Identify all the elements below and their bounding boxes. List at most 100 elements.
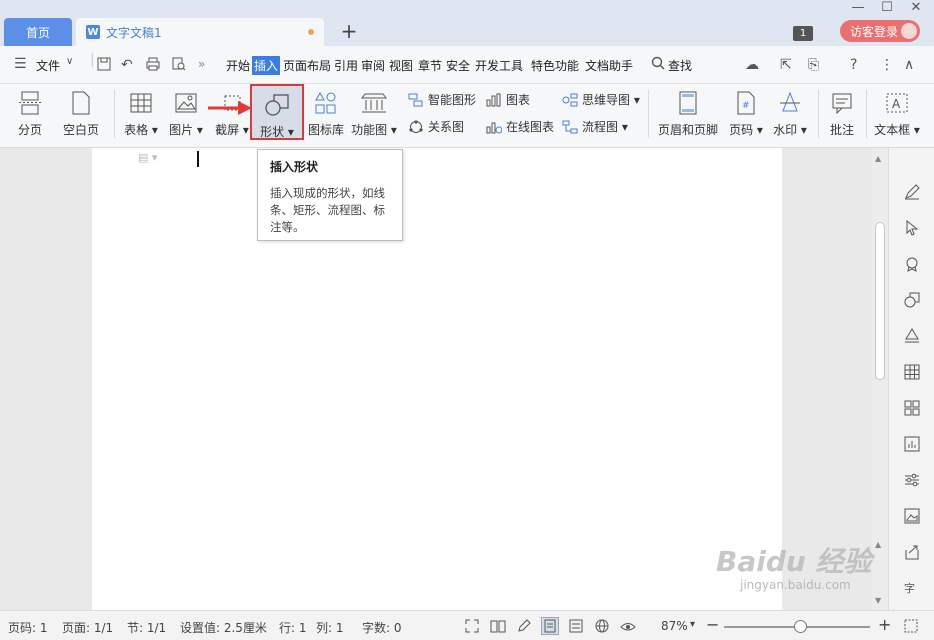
tab-references[interactable]: 引用: [334, 57, 358, 74]
maximize-button[interactable]: ☐: [877, 0, 897, 15]
comment-button[interactable]: 批注: [826, 88, 858, 138]
status-page[interactable]: 页码: 1: [8, 619, 48, 636]
tab-document[interactable]: W 文字文稿1: [76, 18, 324, 46]
tab-sections[interactable]: 章节: [418, 57, 442, 74]
zoom-out-button[interactable]: −: [706, 615, 719, 634]
tab-developer[interactable]: 开发工具: [475, 57, 523, 74]
minimize-button[interactable]: —: [848, 0, 868, 15]
online-chart-icon: [486, 120, 502, 134]
share-icon[interactable]: ⇱: [780, 57, 792, 73]
export-icon[interactable]: ⎘: [808, 57, 819, 73]
divider: [818, 90, 819, 138]
tab-security[interactable]: 安全: [446, 57, 470, 74]
status-row[interactable]: 行: 1: [279, 619, 307, 636]
tab-doc-assistant[interactable]: 文档助手: [585, 57, 633, 74]
paragraph-layout-icon[interactable]: ▤ ▾: [138, 151, 157, 164]
outline-view-icon[interactable]: [567, 617, 585, 635]
chevron-down-icon[interactable]: ∨: [66, 56, 73, 67]
format-icon[interactable]: [902, 326, 922, 346]
cloud-icon[interactable]: ☁: [745, 57, 759, 73]
blank-page-button[interactable]: 空白页: [56, 88, 106, 138]
header-footer-label: 页眉和页脚: [657, 123, 718, 137]
scrollbar-thumb[interactable]: [875, 222, 885, 380]
icon-library-button[interactable]: 图标库: [306, 88, 346, 138]
read-mode-icon[interactable]: [489, 617, 507, 635]
header-footer-button[interactable]: 页眉和页脚: [656, 88, 720, 138]
menu-file[interactable]: 文件: [36, 57, 60, 74]
select-cursor-icon[interactable]: [902, 218, 922, 238]
online-chart-button[interactable]: 在线图表: [486, 118, 554, 135]
tab-home-menu[interactable]: 开始: [226, 57, 250, 74]
scroll-up-icon[interactable]: ▲: [875, 154, 881, 163]
tab-view[interactable]: 视图: [389, 57, 413, 74]
picture-button[interactable]: 图片 ▾: [166, 88, 206, 138]
zoom-dropdown-icon[interactable]: ▾: [690, 619, 695, 630]
window-count-badge[interactable]: 1: [793, 26, 813, 41]
translate-icon[interactable]: 字: [902, 578, 922, 598]
zoom-in-button[interactable]: +: [878, 615, 891, 634]
page-break-button[interactable]: 分页: [10, 88, 50, 138]
page-number-button[interactable]: # 页码 ▾: [728, 88, 764, 138]
edit-pen-icon[interactable]: [515, 617, 533, 635]
tab-review[interactable]: 审阅: [361, 57, 385, 74]
scroll-down-icon[interactable]: ▼: [875, 596, 881, 605]
image-panel-icon[interactable]: [902, 506, 922, 526]
page-number-icon: #: [728, 88, 764, 118]
hamburger-icon[interactable]: ☰: [14, 56, 27, 72]
search-label[interactable]: 查找: [668, 57, 692, 74]
fullscreen-icon[interactable]: [463, 617, 481, 635]
status-col[interactable]: 列: 1: [316, 619, 344, 636]
save-icon[interactable]: [97, 57, 111, 75]
guest-login-button[interactable]: 访客登录: [840, 20, 920, 42]
chart-button[interactable]: 图表: [486, 91, 530, 108]
grid-table-icon[interactable]: [902, 362, 922, 382]
more-quick-access[interactable]: »: [198, 57, 205, 71]
fit-window-icon[interactable]: [902, 617, 920, 635]
tab-insert[interactable]: 插入: [252, 56, 281, 75]
help-icon[interactable]: ?: [850, 57, 857, 73]
page-break-label: 分页: [17, 123, 42, 137]
web-view-icon[interactable]: [593, 617, 611, 635]
more-options-icon[interactable]: ⋮: [880, 57, 894, 73]
zoom-slider-knob[interactable]: [793, 620, 807, 633]
eye-protection-icon[interactable]: [619, 617, 637, 635]
close-button[interactable]: ✕: [906, 0, 926, 15]
print-icon[interactable]: [146, 57, 160, 75]
baidu-watermark-url: jingyan.baidu.com: [740, 578, 851, 592]
relationship-button[interactable]: 关系图: [408, 118, 464, 135]
watermark-button[interactable]: 水印 ▾: [772, 88, 808, 138]
collapse-ribbon-icon[interactable]: ∧: [904, 57, 914, 73]
shapes-icon[interactable]: [902, 290, 922, 310]
blank-page-icon: [56, 88, 106, 118]
print-preview-icon[interactable]: [172, 57, 186, 75]
function-chart-button[interactable]: 功能图 ▾: [350, 88, 398, 138]
table-button[interactable]: 表格 ▾: [122, 88, 160, 138]
undo-icon[interactable]: ↶: [121, 57, 133, 73]
smart-shape-button[interactable]: 智能图形: [408, 91, 476, 108]
status-pages[interactable]: 页面: 1/1: [62, 619, 113, 636]
flowchart-button[interactable]: 流程图 ▾: [562, 118, 628, 135]
search-icon[interactable]: [651, 56, 665, 74]
apps-icon[interactable]: [902, 398, 922, 418]
status-section[interactable]: 节: 1/1: [127, 619, 166, 636]
scroll-up-page-icon[interactable]: ▲: [875, 540, 881, 549]
shape-button[interactable]: 形状 ▾: [250, 84, 304, 140]
add-tab-button[interactable]: +: [338, 20, 360, 44]
zoom-level[interactable]: 87%: [661, 619, 688, 633]
document-page[interactable]: ▤ ▾: [92, 148, 782, 610]
share-panel-icon[interactable]: [902, 542, 922, 562]
status-words[interactable]: 字数: 0: [362, 619, 402, 636]
pen-icon[interactable]: [902, 182, 922, 202]
tab-features[interactable]: 特色功能: [531, 57, 579, 74]
tab-home[interactable]: 首页: [4, 18, 72, 46]
mind-map-button[interactable]: 思维导图 ▾: [562, 91, 640, 108]
page-view-icon[interactable]: [541, 617, 559, 635]
divider: [866, 90, 867, 138]
status-setting[interactable]: 设置值: 2.5厘米: [180, 619, 267, 636]
tab-page-layout[interactable]: 页面布局: [283, 57, 331, 74]
textbox-button[interactable]: A 文本框 ▾: [872, 88, 922, 138]
sliders-icon[interactable]: [902, 470, 922, 490]
bar-chart-icon[interactable]: [902, 434, 922, 454]
award-icon[interactable]: [902, 254, 922, 274]
vertical-scrollbar[interactable]: ▲ ▲ ▼: [872, 148, 888, 610]
